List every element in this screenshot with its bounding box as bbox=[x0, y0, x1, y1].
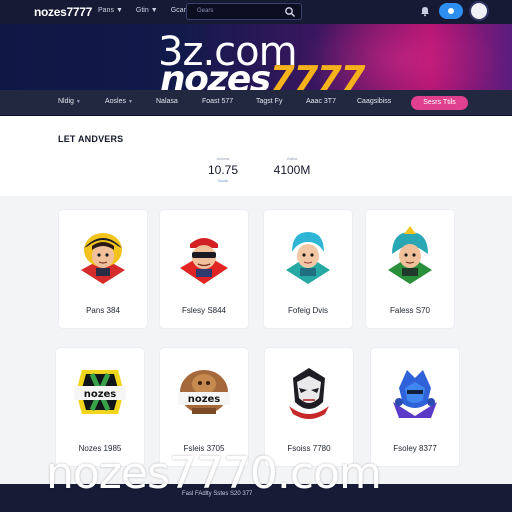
top-nav-item-pans[interactable]: Pans ▼ bbox=[98, 7, 123, 14]
card-label: Faless S70 bbox=[389, 306, 431, 315]
nozes-bronze-badge-icon: nozes bbox=[178, 370, 230, 414]
game-card[interactable]: Fsoley 8377 bbox=[371, 348, 459, 466]
section-title: LET ANDVERS bbox=[58, 134, 124, 144]
teal-hair-hero-icon bbox=[286, 232, 330, 284]
stat-block: Anlieas 10.75 Scoie bbox=[205, 156, 241, 183]
hero-logo-number: 7777 bbox=[269, 59, 366, 91]
top-nav-label: Gtin bbox=[135, 7, 149, 14]
chevron-down-icon: ▼ bbox=[75, 99, 81, 105]
masked-villain-icon bbox=[289, 368, 329, 419]
stats-section: LET ANDVERS Anlieas 10.75 Scoie Jtalise … bbox=[0, 116, 512, 196]
stat-value: 4100M bbox=[273, 163, 311, 177]
avatar[interactable] bbox=[469, 1, 489, 21]
chevron-down-icon: ▼ bbox=[115, 7, 123, 14]
red-cap-shades-hero-icon bbox=[180, 238, 228, 284]
top-nav: Pans▼ Gtin▼ Gcan▼ bbox=[98, 7, 196, 14]
category-item-caagsibiss[interactable]: Caagsibiss bbox=[357, 98, 391, 105]
category-item-tagst[interactable]: Tagst Fy bbox=[256, 98, 282, 105]
brand-logo[interactable]: nozes7777 bbox=[34, 5, 92, 19]
theme-toggle[interactable] bbox=[439, 3, 463, 19]
svg-text:nozes: nozes bbox=[84, 389, 117, 400]
stat-block: Jtalise 4100M bbox=[268, 156, 316, 177]
stat-caption: Jtalise bbox=[286, 156, 298, 161]
stat-value: 10.75 bbox=[207, 163, 239, 177]
yellow-helmet-hero-icon bbox=[81, 233, 125, 284]
category-item-aosles[interactable]: Aosles ▼ bbox=[105, 98, 133, 105]
green-hood-hero-icon bbox=[388, 226, 432, 284]
category-item-foast[interactable]: Foast 577 bbox=[202, 98, 233, 105]
game-card[interactable]: Pans 384 bbox=[59, 210, 147, 328]
svg-text:nozes: nozes bbox=[188, 394, 221, 405]
signup-button[interactable]: Sesrs Ttils bbox=[411, 96, 468, 110]
nozes-badge-icon: nozes bbox=[74, 370, 126, 414]
top-nav-label: Pans bbox=[98, 7, 114, 14]
card-label: Fsoley 8377 bbox=[393, 444, 437, 453]
card-label: Pans 384 bbox=[86, 306, 120, 315]
card-label: Fofeig Dvis bbox=[287, 306, 328, 315]
category-label: Aosles bbox=[105, 98, 127, 105]
top-nav-label: Gcan bbox=[170, 7, 188, 14]
search-placeholder: Gears bbox=[197, 8, 214, 14]
category-item-aaac[interactable]: Aaac 3T7 bbox=[306, 98, 336, 105]
search-icon[interactable] bbox=[284, 6, 296, 18]
blue-armor-hero-icon bbox=[393, 370, 437, 418]
category-item-nldig[interactable]: Nldig ▼ bbox=[58, 98, 81, 105]
toggle-knob bbox=[448, 8, 454, 14]
game-card[interactable]: Fslesy S844 bbox=[160, 210, 248, 328]
stat-caption: Anlieas bbox=[216, 156, 230, 161]
card-label: Fslesy S844 bbox=[181, 306, 227, 315]
bell-icon[interactable] bbox=[419, 5, 431, 17]
chevron-down-icon: ▼ bbox=[150, 7, 158, 14]
category-item-nalasa[interactable]: Nalasa bbox=[156, 98, 178, 105]
category-label: Nldig bbox=[58, 98, 74, 105]
game-card[interactable]: Fofeig Dvis bbox=[264, 210, 352, 328]
watermark-text-bottom: nozes7770.com bbox=[46, 448, 382, 499]
search-input[interactable]: Gears bbox=[186, 3, 302, 20]
top-bar: nozes7777 Pans▼ Gtin▼ Gcan▼ Gears bbox=[0, 0, 512, 24]
hero-banner: 3z.com nozes7777 bbox=[0, 24, 512, 90]
top-nav-item-gtin[interactable]: Gtin ▼ bbox=[136, 7, 158, 14]
hero-logo: nozes7777 bbox=[160, 59, 366, 91]
category-nav: Nldig ▼ Aosles ▼ Nalasa Foast 577 Tagst … bbox=[0, 90, 512, 116]
chevron-down-icon: ▼ bbox=[127, 99, 133, 105]
hero-logo-text: nozes bbox=[160, 59, 271, 91]
stat-sub: Scoie bbox=[217, 178, 228, 183]
game-card[interactable]: Faless S70 bbox=[366, 210, 454, 328]
